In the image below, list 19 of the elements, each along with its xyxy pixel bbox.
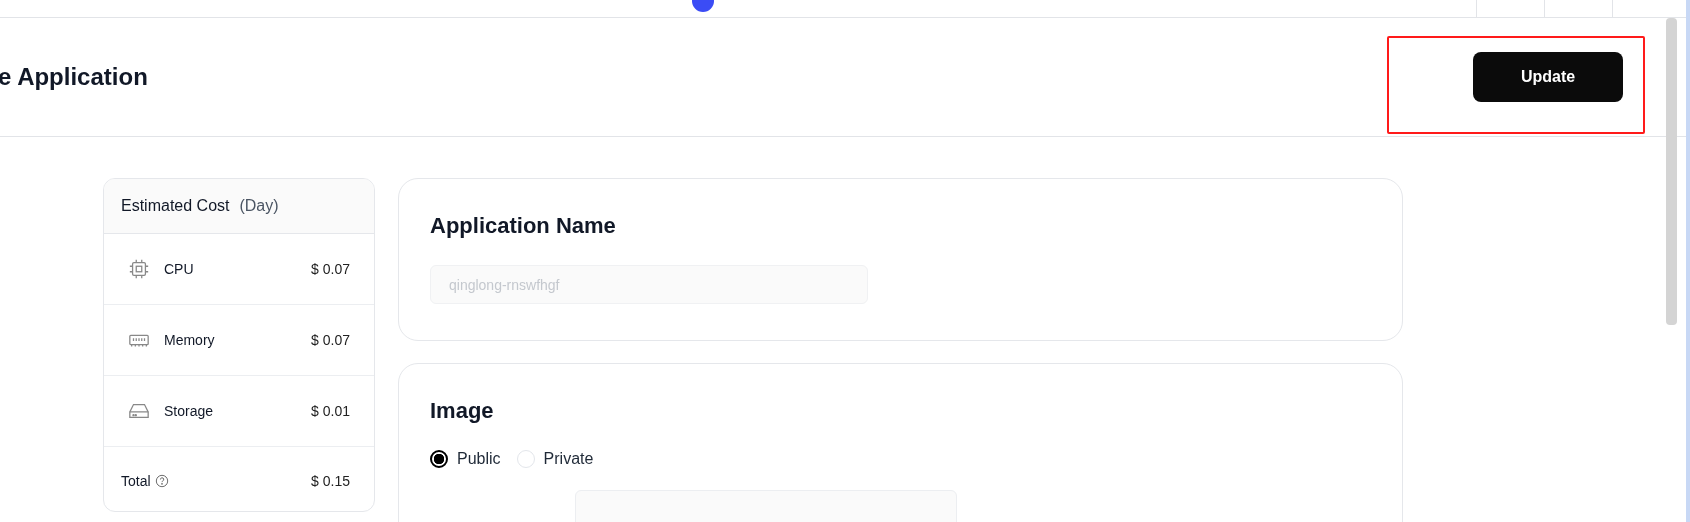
chip-icon (128, 258, 150, 280)
total-amount: $ 0.15 (311, 473, 350, 489)
scrollbar[interactable] (1666, 18, 1677, 325)
radio-option[interactable]: Private (516, 450, 594, 468)
cost-amount: $ 0.01 (311, 403, 350, 419)
cost-label: Storage (164, 403, 215, 419)
cost-period: (Day) (239, 197, 279, 215)
radio-button[interactable] (430, 450, 448, 468)
help-icon[interactable] (154, 474, 169, 488)
section-title: Image (430, 398, 494, 424)
cost-label: Memory (164, 332, 216, 348)
cost-amount: $ 0.07 (311, 261, 350, 277)
cost-amount: $ 0.07 (311, 332, 350, 348)
update-button[interactable]: Update (1473, 52, 1623, 102)
radio-option[interactable]: Public (430, 450, 501, 468)
section-title: Application Name (430, 213, 616, 239)
total-label: Total (121, 473, 151, 489)
cost-title: Estimated Cost (121, 197, 230, 215)
cost-label: CPU (164, 261, 195, 277)
